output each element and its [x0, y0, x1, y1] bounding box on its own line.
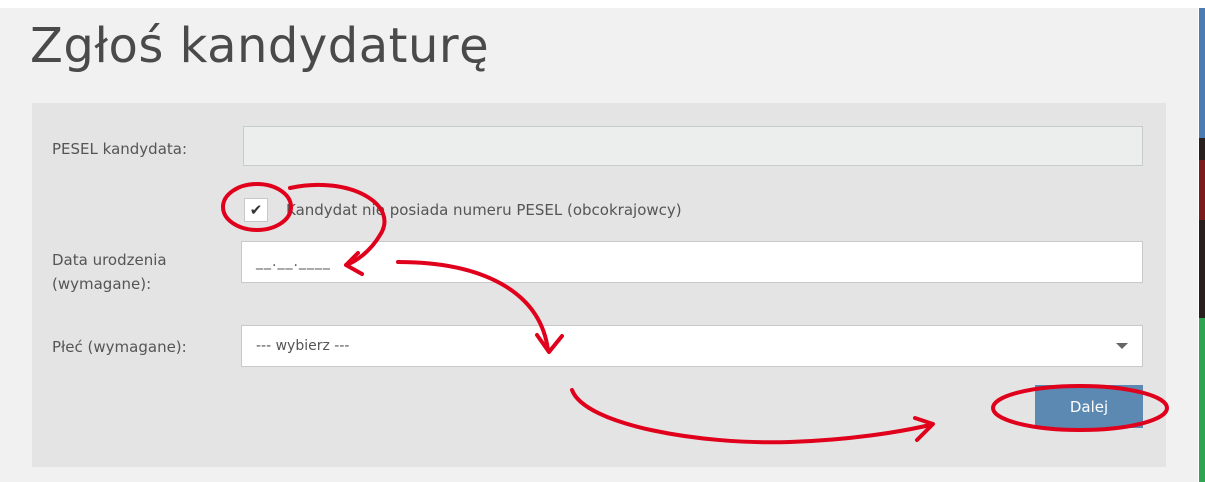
no-pesel-checkbox[interactable]: ✔ — [244, 198, 268, 222]
side-strip — [1199, 318, 1205, 482]
next-button[interactable]: Dalej — [1035, 385, 1143, 428]
checkmark-icon: ✔ — [249, 202, 263, 219]
side-strip — [1199, 160, 1205, 220]
birthdate-input[interactable]: __.__.____ — [241, 241, 1143, 283]
pesel-input[interactable] — [243, 126, 1143, 166]
caret-down-icon — [1116, 343, 1128, 349]
gender-label: Płeć (wymagane): — [52, 338, 187, 356]
birthdate-label-line1: Data urodzenia — [52, 251, 167, 269]
birthdate-label-line2: (wymagane): — [52, 275, 152, 293]
gender-select[interactable]: --- wybierz --- — [241, 325, 1143, 367]
pesel-label: PESEL kandydata: — [52, 140, 188, 158]
page-title: Zgłoś kandydaturę — [30, 18, 490, 74]
side-strip — [1199, 8, 1205, 138]
no-pesel-label: Kandydat nie posiada numeru PESEL (obcok… — [286, 201, 682, 219]
gender-select-value: --- wybierz --- — [256, 338, 350, 354]
